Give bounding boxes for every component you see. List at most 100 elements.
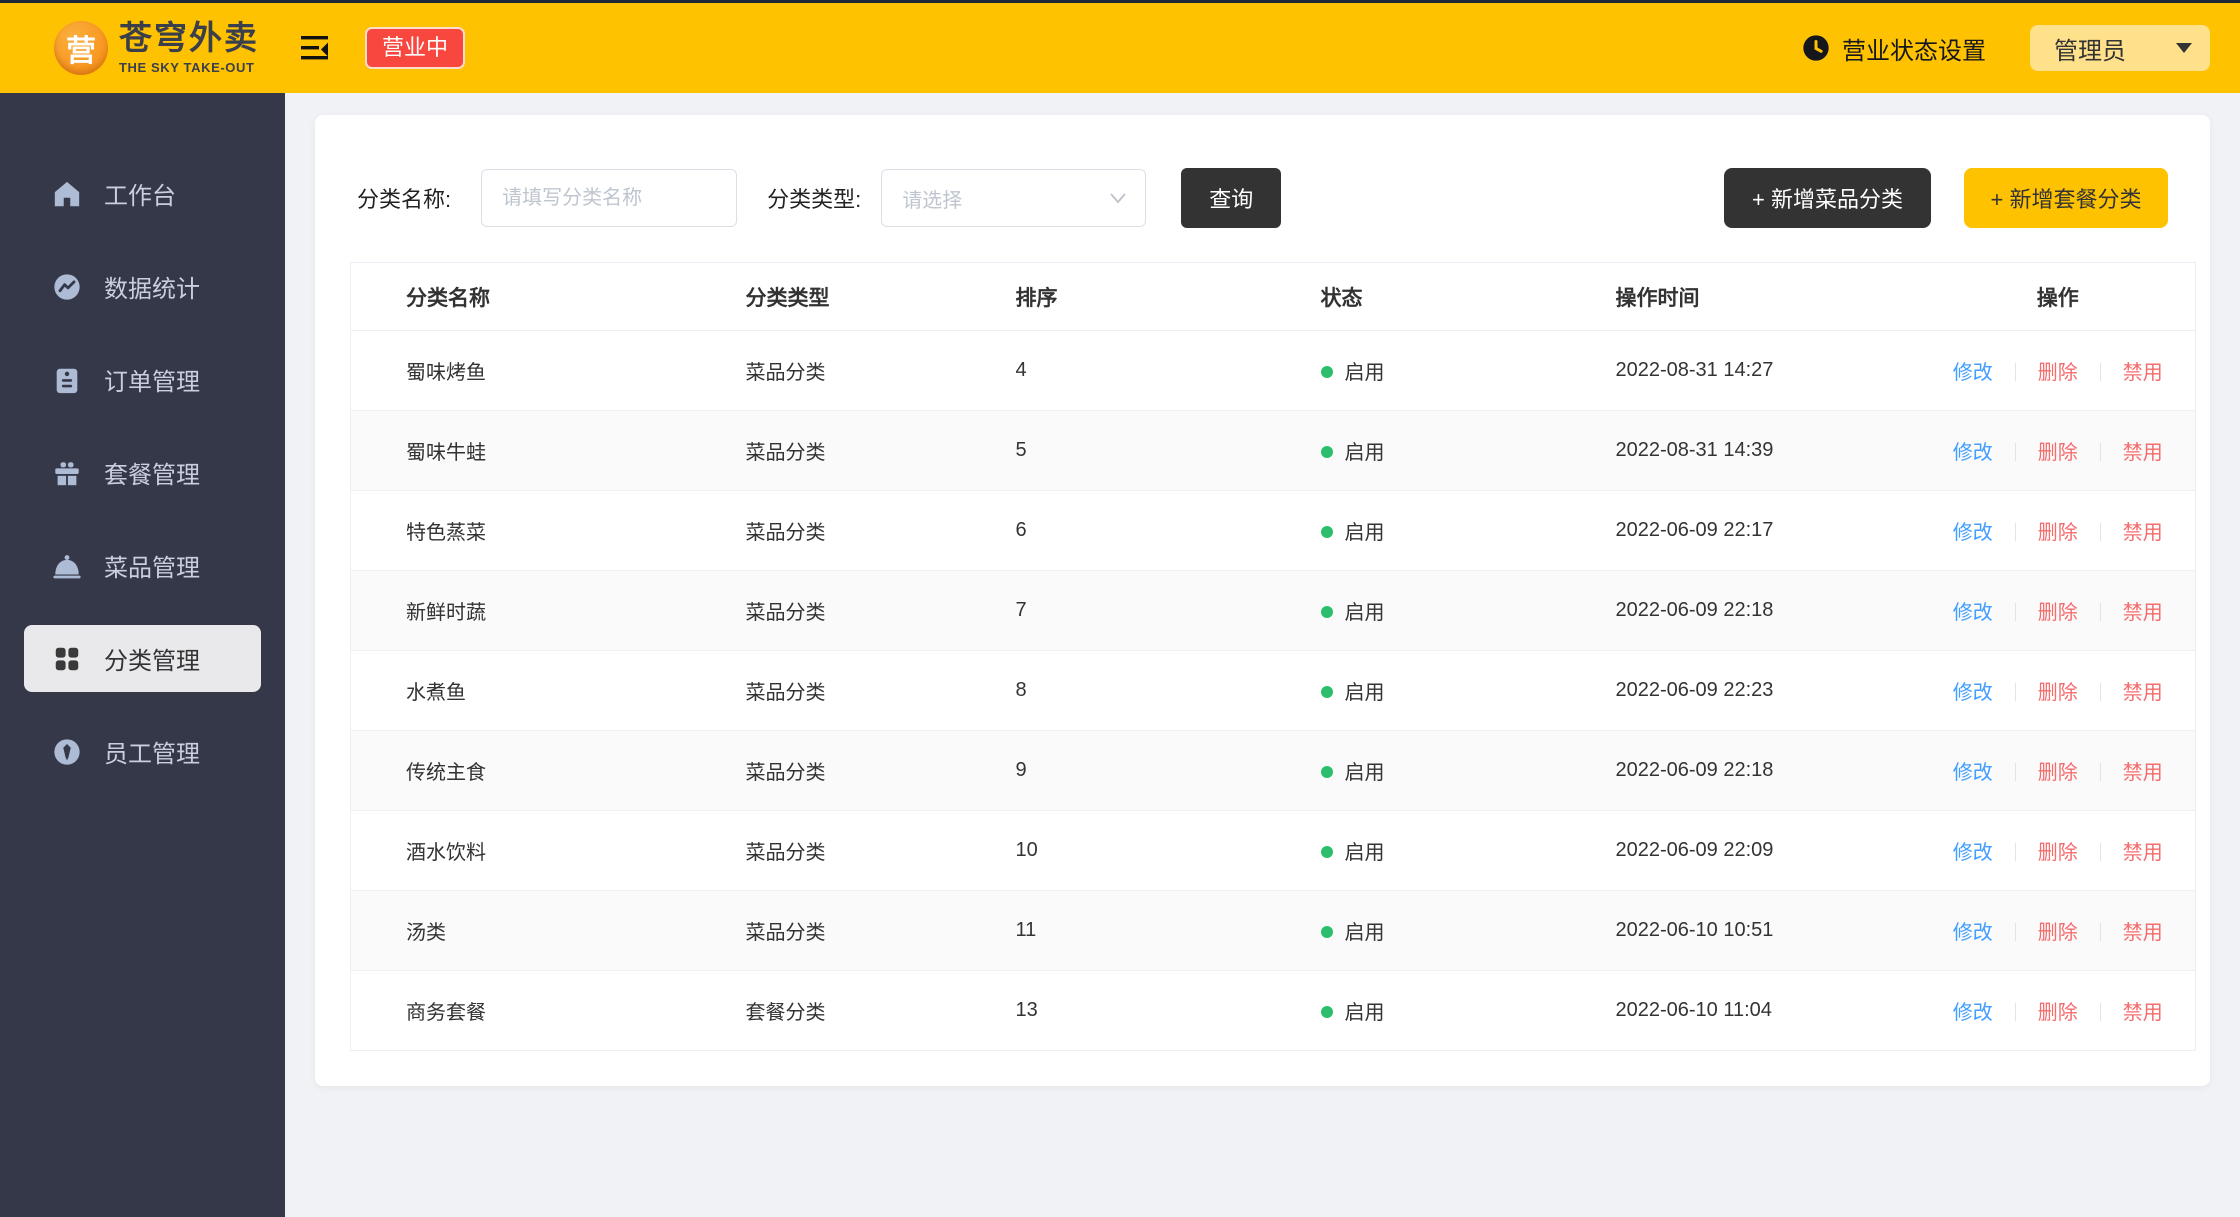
action-separator	[2015, 443, 2016, 461]
cell-category-type: 菜品分类	[746, 491, 1016, 571]
disable-link[interactable]: 禁用	[2123, 522, 2163, 544]
edit-link[interactable]: 修改	[1953, 922, 1993, 944]
disable-link[interactable]: 禁用	[2123, 362, 2163, 384]
sidebar-item-label: 套餐管理	[104, 455, 200, 490]
delete-link[interactable]: 删除	[2038, 762, 2078, 784]
cell-category-type: 菜品分类	[746, 651, 1016, 731]
disable-link[interactable]: 禁用	[2123, 1002, 2163, 1024]
disable-link[interactable]: 禁用	[2123, 602, 2163, 624]
category-name-input[interactable]	[481, 169, 737, 227]
cell-category-type: 菜品分类	[746, 811, 1016, 891]
cell-sort: 8	[1016, 651, 1321, 731]
sidebar-item-label: 员工管理	[104, 734, 200, 769]
edit-link[interactable]: 修改	[1953, 602, 1993, 624]
cell-sort: 13	[1016, 971, 1321, 1051]
status-text: 启用	[1345, 922, 1385, 944]
edit-link[interactable]: 修改	[1953, 522, 1993, 544]
add-dish-category-button[interactable]: + 新增菜品分类	[1724, 168, 1931, 228]
cell-sort: 10	[1016, 811, 1321, 891]
add-combo-category-button[interactable]: + 新增套餐分类	[1964, 168, 2168, 228]
delete-link[interactable]: 删除	[2038, 1002, 2078, 1024]
sidebar-item-combos[interactable]: 套餐管理	[24, 426, 261, 519]
status-text: 启用	[1345, 762, 1385, 784]
action-separator	[2100, 843, 2101, 861]
edit-link[interactable]: 修改	[1953, 442, 1993, 464]
cell-time: 2022-06-09 22:17	[1616, 491, 1921, 571]
table-row: 特色蒸菜 菜品分类 6 启用 2022-06-09 22:17 修改删除禁用	[351, 491, 2196, 571]
sidebar-collapse-icon[interactable]	[301, 35, 329, 61]
cell-category-name: 特色蒸菜	[351, 491, 746, 571]
cell-actions: 修改 删除 禁用	[1921, 891, 2196, 971]
status-text: 启用	[1345, 442, 1385, 464]
delete-link[interactable]: 删除	[2038, 362, 2078, 384]
filter-bar: 分类名称: 分类类型: 请选择 查询 + 新增菜品分类 + 新增套餐分类	[315, 115, 2210, 228]
employee-icon	[52, 737, 82, 767]
cell-status: 启用	[1321, 331, 1616, 411]
category-type-label: 分类类型:	[767, 182, 861, 214]
table-row: 蜀味牛蛙 菜品分类 5 启用 2022-08-31 14:39 修改删除禁用	[351, 411, 2196, 491]
cell-actions: 修改 删除 禁用	[1921, 811, 2196, 891]
sidebar-item-statistics[interactable]: 数据统计	[24, 240, 261, 333]
brand-logo: 营 苍穹外卖 THE SKY TAKE-OUT	[54, 21, 259, 75]
delete-link[interactable]: 删除	[2038, 522, 2078, 544]
search-button[interactable]: 查询	[1181, 168, 1281, 228]
cell-status: 启用	[1321, 971, 1616, 1051]
topbar: 营 苍穹外卖 THE SKY TAKE-OUT 营业中 营业状态设置	[0, 3, 2240, 93]
status-dot-icon	[1321, 766, 1333, 778]
col-category-type: 分类类型	[746, 263, 1016, 331]
cell-status: 启用	[1321, 411, 1616, 491]
cell-category-name: 汤类	[351, 891, 746, 971]
category-name-label: 分类名称:	[357, 182, 451, 214]
category-type-select[interactable]: 请选择	[881, 169, 1146, 227]
delete-link[interactable]: 删除	[2038, 922, 2078, 944]
sidebar-item-categories[interactable]: 分类管理	[24, 625, 261, 692]
business-status-setting[interactable]: 营业状态设置	[1801, 31, 1986, 66]
status-dot-icon	[1321, 1006, 1333, 1018]
edit-link[interactable]: 修改	[1953, 1002, 1993, 1024]
cell-time: 2022-08-31 14:39	[1616, 411, 1921, 491]
sidebar-item-workbench[interactable]: 工作台	[24, 147, 261, 240]
business-status-badge: 营业中	[365, 27, 465, 69]
disable-link[interactable]: 禁用	[2123, 682, 2163, 704]
cell-actions: 修改 删除 禁用	[1921, 971, 2196, 1051]
disable-link[interactable]: 禁用	[2123, 922, 2163, 944]
disable-link[interactable]: 禁用	[2123, 842, 2163, 864]
sidebar-item-orders[interactable]: 订单管理	[24, 333, 261, 426]
disable-link[interactable]: 禁用	[2123, 442, 2163, 464]
cell-sort: 7	[1016, 571, 1321, 651]
delete-link[interactable]: 删除	[2038, 442, 2078, 464]
dish-icon	[52, 551, 82, 581]
status-dot-icon	[1321, 446, 1333, 458]
delete-link[interactable]: 删除	[2038, 842, 2078, 864]
col-status: 状态	[1321, 263, 1616, 331]
category-table: 分类名称 分类类型 排序 状态 操作时间 操作 蜀味烤鱼 菜品分类 4 启用 2…	[350, 262, 2196, 1051]
cell-category-type: 菜品分类	[746, 731, 1016, 811]
stats-icon	[52, 272, 82, 302]
action-separator	[2100, 363, 2101, 381]
table-row: 水煮鱼 菜品分类 8 启用 2022-06-09 22:23 修改删除禁用	[351, 651, 2196, 731]
cell-category-type: 菜品分类	[746, 571, 1016, 651]
edit-link[interactable]: 修改	[1953, 362, 1993, 384]
chevron-down-icon	[1109, 192, 1127, 204]
col-actions: 操作	[1921, 263, 2196, 331]
app: 营 苍穹外卖 THE SKY TAKE-OUT 营业中 营业状态设置	[0, 0, 2240, 1217]
user-dropdown[interactable]: 管理员	[2030, 25, 2210, 71]
chevron-down-icon	[2176, 43, 2192, 53]
action-separator	[2100, 683, 2101, 701]
edit-link[interactable]: 修改	[1953, 762, 1993, 784]
action-separator	[2100, 443, 2101, 461]
table-row: 蜀味烤鱼 菜品分类 4 启用 2022-08-31 14:27 修改删除禁用	[351, 331, 2196, 411]
disable-link[interactable]: 禁用	[2123, 762, 2163, 784]
sidebar-item-employees[interactable]: 员工管理	[24, 705, 261, 798]
sidebar-item-dishes[interactable]: 菜品管理	[24, 519, 261, 612]
delete-link[interactable]: 删除	[2038, 602, 2078, 624]
edit-link[interactable]: 修改	[1953, 842, 1993, 864]
cell-time: 2022-08-31 14:27	[1616, 331, 1921, 411]
edit-link[interactable]: 修改	[1953, 682, 1993, 704]
action-separator	[2100, 523, 2101, 541]
status-dot-icon	[1321, 606, 1333, 618]
content-card: 分类名称: 分类类型: 请选择 查询 + 新增菜品分类 + 新增套餐分类	[315, 115, 2210, 1086]
cell-category-name: 水煮鱼	[351, 651, 746, 731]
table-row: 传统主食 菜品分类 9 启用 2022-06-09 22:18 修改删除禁用	[351, 731, 2196, 811]
delete-link[interactable]: 删除	[2038, 682, 2078, 704]
